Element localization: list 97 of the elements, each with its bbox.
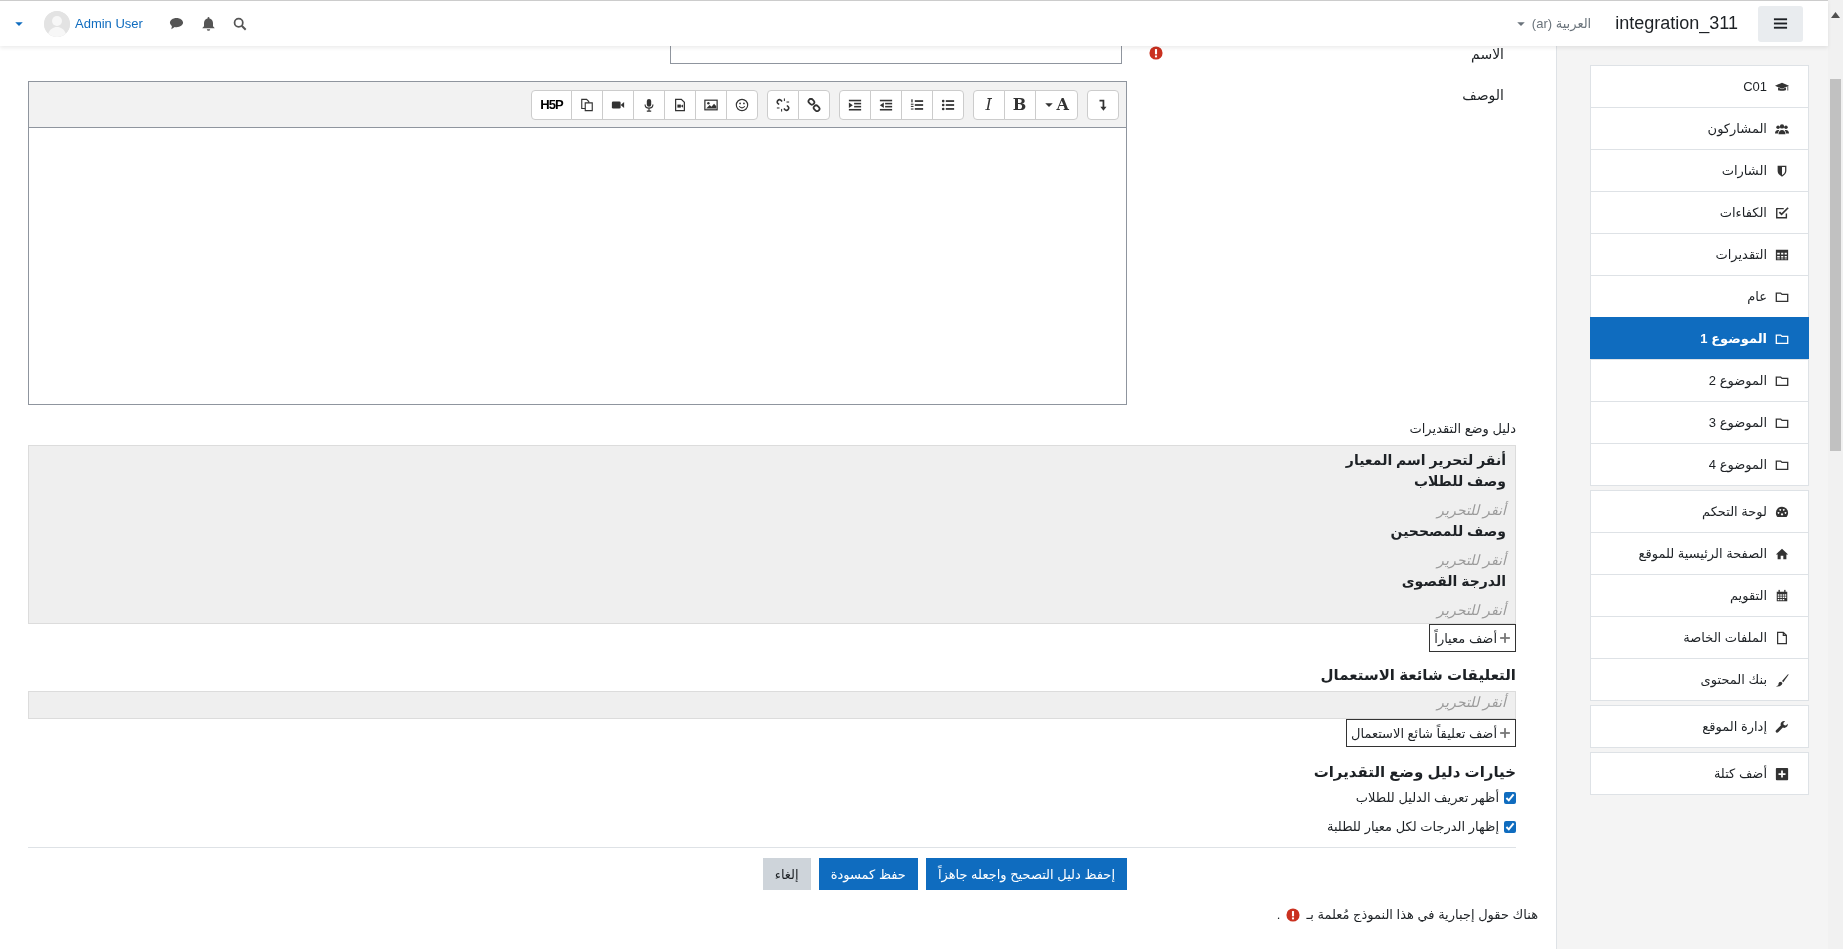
calendar-icon xyxy=(1775,588,1789,603)
outdent-icon xyxy=(878,97,893,112)
home-icon xyxy=(1775,546,1789,561)
sidebar-item[interactable]: بنك المحتوى xyxy=(1590,658,1809,701)
folder-icon xyxy=(1775,331,1789,346)
sidebar-item[interactable]: الملفات الخاصة xyxy=(1590,616,1809,659)
unlink-button[interactable] xyxy=(766,89,799,120)
copy-icon xyxy=(579,97,594,112)
bulleted-list-icon xyxy=(940,97,955,112)
sidebar-item[interactable]: إدارة الموقع xyxy=(1590,705,1809,748)
folder-icon xyxy=(1775,415,1789,430)
sidebar-item[interactable]: عام xyxy=(1590,275,1809,318)
name-field[interactable] xyxy=(670,46,1122,64)
sidebar-item[interactable]: أضف كتلة xyxy=(1590,752,1809,795)
sidebar-item[interactable]: لوحة التحكم xyxy=(1590,490,1809,533)
site-name[interactable]: integration_311 xyxy=(1615,13,1738,34)
sidebar-item[interactable]: الموضوع 2 xyxy=(1590,359,1809,402)
criterion-field-heading: وصف للطلاب xyxy=(1413,472,1506,492)
section-heading: التعليقات شائعة الاستعمال xyxy=(1320,666,1516,684)
rubric-editor[interactable]: أنقر لتحرير اسم المعيار وصف للطلاب أنقر للتحرير وصف للمصححين أنقر للتحرير الدرجة القصوى أنقر للتحرير xyxy=(28,445,1516,624)
sidebar-item[interactable]: الصفحة الرئيسية للموقع xyxy=(1590,532,1809,575)
criterion-name[interactable]: أنقر لتحرير اسم المعيار xyxy=(1345,450,1506,471)
indent-icon xyxy=(847,97,862,112)
sidebar-item[interactable]: الموضوع 4 xyxy=(1590,443,1809,486)
italic-button[interactable]: I xyxy=(972,89,1005,120)
bold-button[interactable]: B xyxy=(1003,89,1036,120)
wrench-icon xyxy=(1775,719,1789,734)
sidebar-item[interactable]: الكفاءات xyxy=(1590,191,1809,234)
video-camera-button[interactable] xyxy=(601,89,634,120)
field-label: دليل وضع التقديرات xyxy=(1408,421,1516,436)
field-label: الاسم xyxy=(1471,46,1504,62)
font-color-button[interactable]: A xyxy=(1034,89,1078,120)
plus-icon xyxy=(1499,727,1511,739)
numbered-list-icon xyxy=(909,97,924,112)
numbered-list-button[interactable] xyxy=(900,89,933,120)
emoji-button[interactable] xyxy=(725,89,758,120)
menu-button[interactable] xyxy=(1758,5,1803,42)
language-menu[interactable]: العربية (ar) xyxy=(1515,16,1592,31)
form-button[interactable]: حفظ كمسودة xyxy=(818,858,918,890)
form-button[interactable]: إلغاء xyxy=(762,858,811,890)
collapse-button[interactable] xyxy=(1087,89,1119,120)
sidebar-item[interactable]: C01 xyxy=(1590,65,1809,108)
add-criterion-button[interactable]: أضف معياراً xyxy=(1429,624,1516,652)
form-button[interactable]: إحفظ دليل التصحيح واجعله جاهزاً xyxy=(925,858,1127,890)
checkbox[interactable] xyxy=(1504,791,1516,804)
criterion-field-heading: الدرجة القصوى xyxy=(1401,572,1506,592)
required-note: هناك حقول إجبارية في هذا النموذج مُعلمة بـ xyxy=(1306,907,1538,922)
link-button[interactable] xyxy=(797,89,830,120)
bell-icon[interactable] xyxy=(200,16,216,31)
scroll-up-arrow-icon[interactable] xyxy=(1831,12,1840,18)
indent-button[interactable] xyxy=(838,89,871,120)
folder-icon xyxy=(1775,289,1789,304)
sidebar-item[interactable]: التقديرات xyxy=(1590,233,1809,276)
copy-button[interactable] xyxy=(570,89,603,120)
sidebar-item[interactable]: الموضوع 1 xyxy=(1590,317,1809,360)
outdent-button[interactable] xyxy=(869,89,902,120)
error-icon xyxy=(1286,907,1301,922)
chat-bubble-icon[interactable] xyxy=(168,16,184,31)
sidebar-item[interactable]: المشاركون xyxy=(1590,107,1809,150)
image-icon xyxy=(703,97,718,112)
section-heading: خيارات دليل وضع التقديرات xyxy=(1313,763,1516,781)
scrollbar-thumb[interactable] xyxy=(1830,79,1841,451)
sidebar-item[interactable]: التقويم xyxy=(1590,574,1809,617)
criterion-field-heading: وصف للمصححين xyxy=(1390,522,1506,542)
plus-icon xyxy=(1499,632,1511,644)
image-button[interactable] xyxy=(694,89,727,120)
sidebar-item[interactable]: الشارات xyxy=(1590,149,1809,192)
table-icon xyxy=(1775,247,1789,262)
scrollbar[interactable] xyxy=(1828,0,1843,949)
gauge-icon xyxy=(1775,504,1789,519)
menu-icon xyxy=(1773,16,1788,31)
font-color-label: A xyxy=(1056,95,1069,114)
required-note-end: . xyxy=(1276,907,1281,922)
folder-icon xyxy=(1775,457,1789,472)
microphone-button[interactable] xyxy=(632,89,665,120)
checkbox[interactable] xyxy=(1504,820,1516,833)
link-icon xyxy=(806,97,821,112)
checkbox-label: إظهار الدرجات لكل معيار للطلبة xyxy=(1326,819,1499,834)
h5p-button[interactable]: H5P xyxy=(531,89,572,120)
media-file-button[interactable] xyxy=(663,89,696,120)
users-icon xyxy=(1775,121,1789,136)
add-comment-button[interactable]: أضف تعليقاً شائع الاستعمال xyxy=(1345,719,1516,747)
folder-icon xyxy=(1775,373,1789,388)
search-icon[interactable] xyxy=(232,16,247,31)
plus-icon xyxy=(1775,766,1789,781)
field-label: الوصف xyxy=(1462,87,1504,103)
shield-icon xyxy=(1775,163,1789,178)
file-icon xyxy=(1775,630,1789,645)
bulleted-list-button[interactable] xyxy=(931,89,964,120)
smiley-icon xyxy=(734,97,749,112)
brush-icon xyxy=(1775,672,1789,687)
user-menu-link[interactable]: Admin User xyxy=(75,16,143,31)
video-file-icon xyxy=(672,97,687,112)
checkbox-label: أظهر تعريف الدليل للطلاب xyxy=(1355,790,1499,805)
checkbox-icon xyxy=(1775,205,1789,220)
sidebar-item[interactable]: الموضوع 3 xyxy=(1590,401,1809,444)
unlink-icon xyxy=(775,97,790,112)
